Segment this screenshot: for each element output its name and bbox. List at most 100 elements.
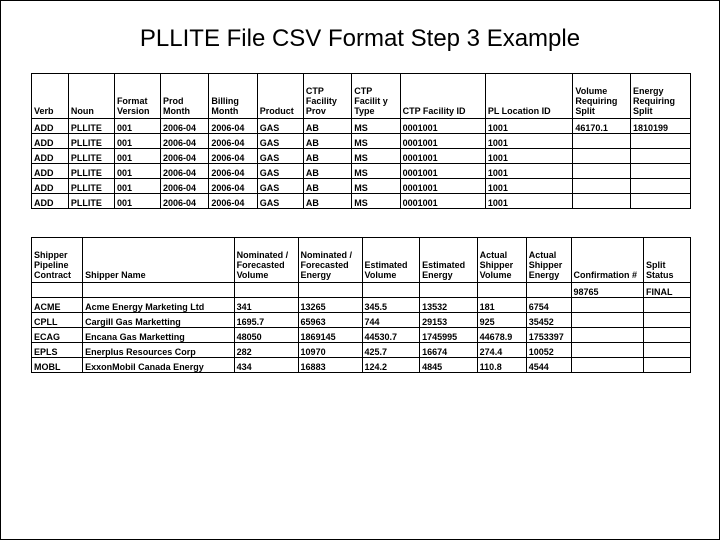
cell: EPLS xyxy=(32,343,83,358)
cell: 0001001 xyxy=(400,179,485,194)
cell: 2006-04 xyxy=(209,149,257,164)
cell: GAS xyxy=(257,134,303,149)
cell: 341 xyxy=(234,298,298,313)
cell: Enerplus Resources Corp xyxy=(83,343,234,358)
cell: 44530.7 xyxy=(362,328,420,343)
cell: 2006-04 xyxy=(161,149,209,164)
table1-header: Noun xyxy=(68,74,114,119)
cell: 2006-04 xyxy=(161,179,209,194)
table1-header: Prod Month xyxy=(161,74,209,119)
cell: MS xyxy=(352,119,400,134)
table1-header: CTP Facility Prov xyxy=(303,74,351,119)
cell xyxy=(630,134,690,149)
table-row: ECAGEncana Gas Marketting480501869145445… xyxy=(32,328,691,343)
cell xyxy=(573,194,631,209)
cell xyxy=(573,164,631,179)
cell: 1001 xyxy=(485,164,573,179)
table2-header: Actual Shipper Volume xyxy=(477,238,526,283)
cell: 434 xyxy=(234,358,298,373)
cell: 744 xyxy=(362,313,420,328)
cell: 2006-04 xyxy=(161,164,209,179)
table2-header: Confirmation # xyxy=(571,238,644,283)
cell: CPLL xyxy=(32,313,83,328)
table-row: ADDPLLITE0012006-042006-04GASABMS0001001… xyxy=(32,134,691,149)
cell xyxy=(630,179,690,194)
cell xyxy=(644,313,691,328)
cell: 2006-04 xyxy=(209,134,257,149)
cell: 0001001 xyxy=(400,164,485,179)
cell: 274.4 xyxy=(477,343,526,358)
table-row: ADDPLLITE0012006-042006-04GASABMS0001001… xyxy=(32,179,691,194)
cell: 4845 xyxy=(420,358,478,373)
cell: 13532 xyxy=(420,298,478,313)
cell: MS xyxy=(352,179,400,194)
cell: ACME xyxy=(32,298,83,313)
cell: 10970 xyxy=(298,343,362,358)
cell: 282 xyxy=(234,343,298,358)
cell: 98765 xyxy=(571,283,644,298)
cell: 10052 xyxy=(526,343,571,358)
cell: 4544 xyxy=(526,358,571,373)
cell: GAS xyxy=(257,164,303,179)
table-row: MOBLExxonMobil Canada Energy43416883124.… xyxy=(32,358,691,373)
table1-header: Format Version xyxy=(114,74,160,119)
table-1: VerbNounFormat VersionProd MonthBilling … xyxy=(31,73,691,209)
cell: 2006-04 xyxy=(209,119,257,134)
cell: 6754 xyxy=(526,298,571,313)
cell xyxy=(298,283,362,298)
cell: 46170.1 xyxy=(573,119,631,134)
cell xyxy=(644,298,691,313)
cell: 181 xyxy=(477,298,526,313)
table1-header: CTP Facility ID xyxy=(400,74,485,119)
cell xyxy=(420,283,478,298)
cell xyxy=(644,343,691,358)
table1-header: Verb xyxy=(32,74,69,119)
cell: AB xyxy=(303,179,351,194)
cell: 1753397 xyxy=(526,328,571,343)
cell: 001 xyxy=(114,119,160,134)
cell: 0001001 xyxy=(400,149,485,164)
cell: 001 xyxy=(114,134,160,149)
cell: Cargill Gas Marketting xyxy=(83,313,234,328)
cell: 0001001 xyxy=(400,119,485,134)
table2-header: Shipper Name xyxy=(83,238,234,283)
cell: 110.8 xyxy=(477,358,526,373)
cell: 2006-04 xyxy=(161,194,209,209)
cell xyxy=(573,134,631,149)
cell xyxy=(571,313,644,328)
table1-header: Billing Month xyxy=(209,74,257,119)
cell xyxy=(571,298,644,313)
cell: 001 xyxy=(114,164,160,179)
cell xyxy=(571,328,644,343)
table2-header: Estimated Volume xyxy=(362,238,420,283)
cell xyxy=(644,328,691,343)
table2-header: Nominated / Forecasted Volume xyxy=(234,238,298,283)
cell: ECAG xyxy=(32,328,83,343)
cell: GAS xyxy=(257,179,303,194)
cell: 16674 xyxy=(420,343,478,358)
cell: PLLITE xyxy=(68,194,114,209)
cell: ADD xyxy=(32,194,69,209)
table-2: Shipper Pipeline ContractShipper NameNom… xyxy=(31,237,691,373)
cell: FINAL xyxy=(644,283,691,298)
page-title: PLLITE File CSV Format Step 3 Example xyxy=(31,25,689,53)
table2-header: Actual Shipper Energy xyxy=(526,238,571,283)
table-row: EPLSEnerplus Resources Corp28210970425.7… xyxy=(32,343,691,358)
cell: AB xyxy=(303,194,351,209)
cell xyxy=(32,283,83,298)
cell: 1869145 xyxy=(298,328,362,343)
cell: 35452 xyxy=(526,313,571,328)
cell: 13265 xyxy=(298,298,362,313)
cell: ADD xyxy=(32,134,69,149)
table1-header: PL Location ID xyxy=(485,74,573,119)
cell: GAS xyxy=(257,194,303,209)
cell: 2006-04 xyxy=(209,194,257,209)
cell: 1001 xyxy=(485,134,573,149)
cell xyxy=(573,149,631,164)
cell: AB xyxy=(303,149,351,164)
cell: PLLITE xyxy=(68,164,114,179)
cell: 48050 xyxy=(234,328,298,343)
cell: 001 xyxy=(114,179,160,194)
cell: PLLITE xyxy=(68,149,114,164)
cell xyxy=(571,343,644,358)
